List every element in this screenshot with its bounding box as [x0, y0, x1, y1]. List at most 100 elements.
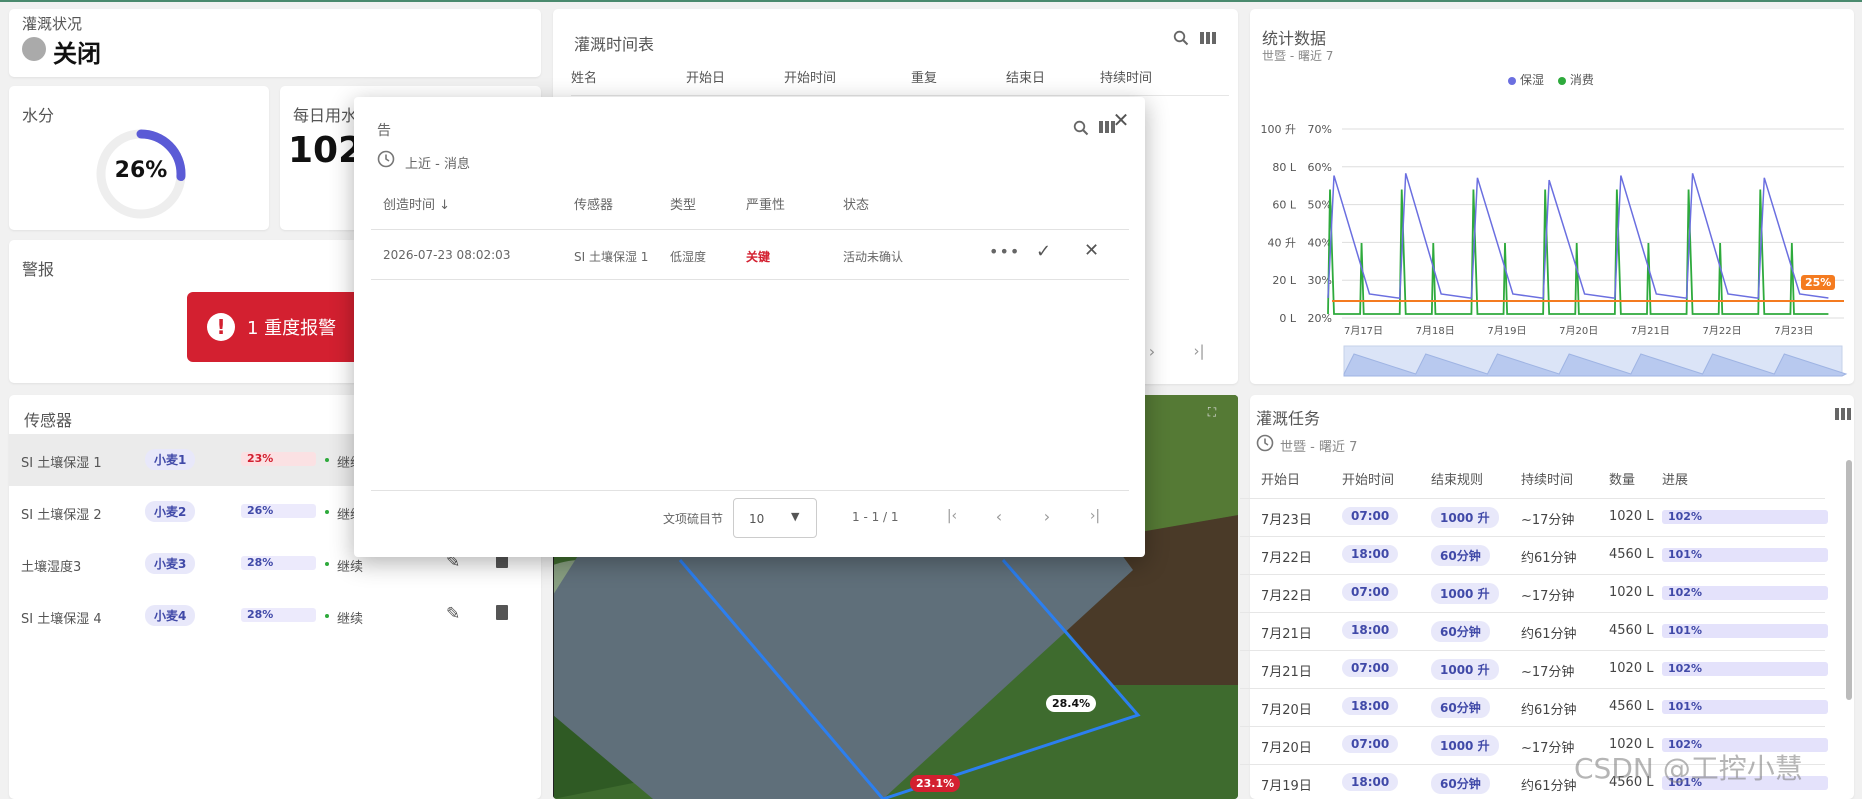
task-progress-text: 102% [1668, 510, 1702, 523]
task-progress-text: 101% [1668, 548, 1702, 561]
threshold-tag: 25% [1801, 275, 1836, 290]
last-page-icon[interactable]: ›| [1085, 507, 1105, 525]
task-progress-text: 101% [1668, 624, 1702, 637]
task-duration: 约61分钟 [1521, 551, 1577, 566]
task-row[interactable]: 7月22日 07:00 1000 升 ~17分钟 1020 L 102% [1240, 574, 1828, 612]
sensor-name: SI 土壤保湿 1 [21, 456, 102, 471]
next-page-icon[interactable]: › [1143, 342, 1161, 361]
first-page-icon[interactable]: |‹ [942, 507, 962, 525]
per-page-label: 文项硫目节 [663, 512, 724, 526]
fullscreen-icon[interactable]: ⛶ [1205, 405, 1219, 419]
sensor-level-bar: 28% [241, 608, 316, 622]
task-progress-bar: 102% [1662, 586, 1828, 600]
acknowledge-check-icon[interactable]: ✓ [1036, 241, 1051, 262]
stats-chart: 100 升 70%80 L 60%60 L 50%40 升 40%20 L 30%0 L2… [1261, 123, 1848, 377]
col-severity[interactable]: 严重性 [746, 194, 785, 213]
task-duration: 约61分钟 [1521, 703, 1577, 718]
y-left-tick: 80 L [1272, 161, 1296, 174]
watermark: CSDN @工控小慧 [1574, 752, 1803, 785]
col-status[interactable]: 状态 [843, 194, 869, 213]
moisture-card: 水分 26% [9, 86, 269, 230]
tasks-scrollbar[interactable] [1846, 460, 1852, 700]
task-row[interactable]: 7月20日 18:00 60分钟 约61分钟 4560 L 101% [1240, 688, 1828, 726]
sensor-row[interactable]: SI 土壤保湿 4 小麦4 28% 继续 ✎ [9, 590, 540, 642]
schedule-col-header[interactable]: 持续时间 [1100, 67, 1152, 86]
schedule-col-header[interactable]: 结束日 [1006, 67, 1045, 86]
alert-severity: 关键 [746, 250, 771, 264]
task-duration: 约61分钟 [1521, 627, 1577, 642]
task-rule: 60分钟 [1431, 621, 1490, 642]
col-sensor[interactable]: 传感器 [574, 194, 613, 213]
task-time: 18:00 [1342, 545, 1399, 563]
schedule-col-header[interactable]: 开始时间 [784, 67, 836, 86]
crop-badge: 小麦3 [145, 553, 196, 574]
task-col-header[interactable]: 数量 [1609, 469, 1635, 488]
columns-icon[interactable] [1199, 29, 1217, 47]
task-time: 07:00 [1342, 583, 1399, 601]
edit-icon[interactable]: ✎ [446, 604, 460, 624]
schedule-col-header[interactable]: 开始日 [686, 67, 725, 86]
columns-icon[interactable] [1099, 120, 1115, 134]
series-line-consumption [1327, 189, 1829, 315]
col-created-time[interactable]: 创造时间 ↓ [383, 194, 450, 213]
task-rule: 60分钟 [1431, 773, 1490, 794]
sensor-level-text: 23% [247, 452, 274, 465]
columns-icon[interactable] [1834, 407, 1852, 421]
per-page-select[interactable]: 10 ▼ [733, 498, 817, 538]
schedule-title: 灌溉时间表 [574, 35, 655, 54]
task-row[interactable]: 7月23日 07:00 1000 升 ~17分钟 1020 L 102% [1240, 498, 1828, 536]
more-icon[interactable]: ••• [989, 242, 1020, 261]
sensor-status: 继续 [337, 612, 364, 627]
task-row[interactable]: 7月21日 18:00 60分钟 约61分钟 4560 L 101% [1240, 612, 1828, 650]
x-tick: 7月17日 [1344, 325, 1383, 337]
task-col-header[interactable]: 开始时间 [1342, 469, 1394, 488]
task-quantity: 4560 L [1609, 699, 1654, 714]
x-tick: 7月19日 [1487, 325, 1526, 337]
prev-page-icon[interactable]: ‹ [990, 507, 1008, 526]
top-accent-line [0, 0, 1862, 2]
task-duration: ~17分钟 [1521, 589, 1575, 604]
task-col-header[interactable]: 持续时间 [1521, 469, 1573, 488]
clock-icon [377, 150, 395, 168]
task-rule: 60分钟 [1431, 545, 1490, 566]
alert-time: 2026-07-23 08:02:03 [383, 248, 511, 262]
task-date: 7月23日 [1261, 513, 1312, 528]
col-type[interactable]: 类型 [670, 194, 696, 213]
sensor-level-text: 28% [247, 608, 274, 621]
search-icon[interactable] [1172, 29, 1190, 47]
alert-row[interactable]: 2026-07-23 08:02:03 SI 土壤保湿 1 低湿度 关键 活动未… [371, 230, 1129, 280]
sensor-name: SI 土壤保湿 2 [21, 508, 102, 523]
schedule-col-header[interactable]: 重复 [911, 67, 937, 86]
map-label-field2: 23.1% [910, 775, 961, 792]
next-page-icon[interactable]: › [1038, 507, 1056, 526]
moisture-title: 水分 [22, 106, 55, 125]
alarm-banner[interactable]: ! 1 重度报警 [187, 292, 377, 362]
task-time: 07:00 [1342, 659, 1399, 677]
task-col-header[interactable]: 开始日 [1261, 469, 1300, 488]
alerts-dialog-title: 告 [377, 123, 391, 139]
sensor-name: 土壤湿度3 [21, 560, 82, 575]
x-tick: 7月22日 [1703, 325, 1742, 337]
sensor-level-text: 26% [247, 504, 274, 517]
sort-arrow-icon: ↓ [439, 198, 451, 213]
last-page-icon[interactable]: ›| [1188, 342, 1210, 360]
task-row[interactable]: 7月21日 07:00 1000 升 ~17分钟 1020 L 102% [1240, 650, 1828, 688]
schedule-header-divider [571, 95, 1229, 96]
delete-icon[interactable] [496, 605, 508, 620]
search-icon[interactable] [1072, 119, 1090, 137]
stats-title: 统计数据 [1262, 29, 1327, 48]
status-dot-icon [325, 458, 329, 462]
y-left-tick: 100 升 [1261, 123, 1297, 136]
status-dot-icon [22, 37, 46, 61]
sensor-status: 继续 [337, 560, 364, 575]
task-col-header[interactable]: 进展 [1662, 469, 1688, 488]
sensor-name: SI 土壤保湿 4 [21, 612, 102, 627]
task-row[interactable]: 7月22日 18:00 60分钟 约61分钟 4560 L 101% [1240, 536, 1828, 574]
task-col-header[interactable]: 结束规则 [1431, 469, 1483, 488]
y-left-tick: 0 L [1279, 312, 1296, 325]
alarm-title: 警报 [22, 260, 55, 279]
schedule-col-header[interactable]: 姓名 [571, 67, 597, 86]
dismiss-close-icon[interactable]: ✕ [1084, 240, 1099, 261]
x-tick: 7月18日 [1416, 325, 1455, 337]
pagination-info: 1 - 1 / 1 [852, 510, 899, 524]
